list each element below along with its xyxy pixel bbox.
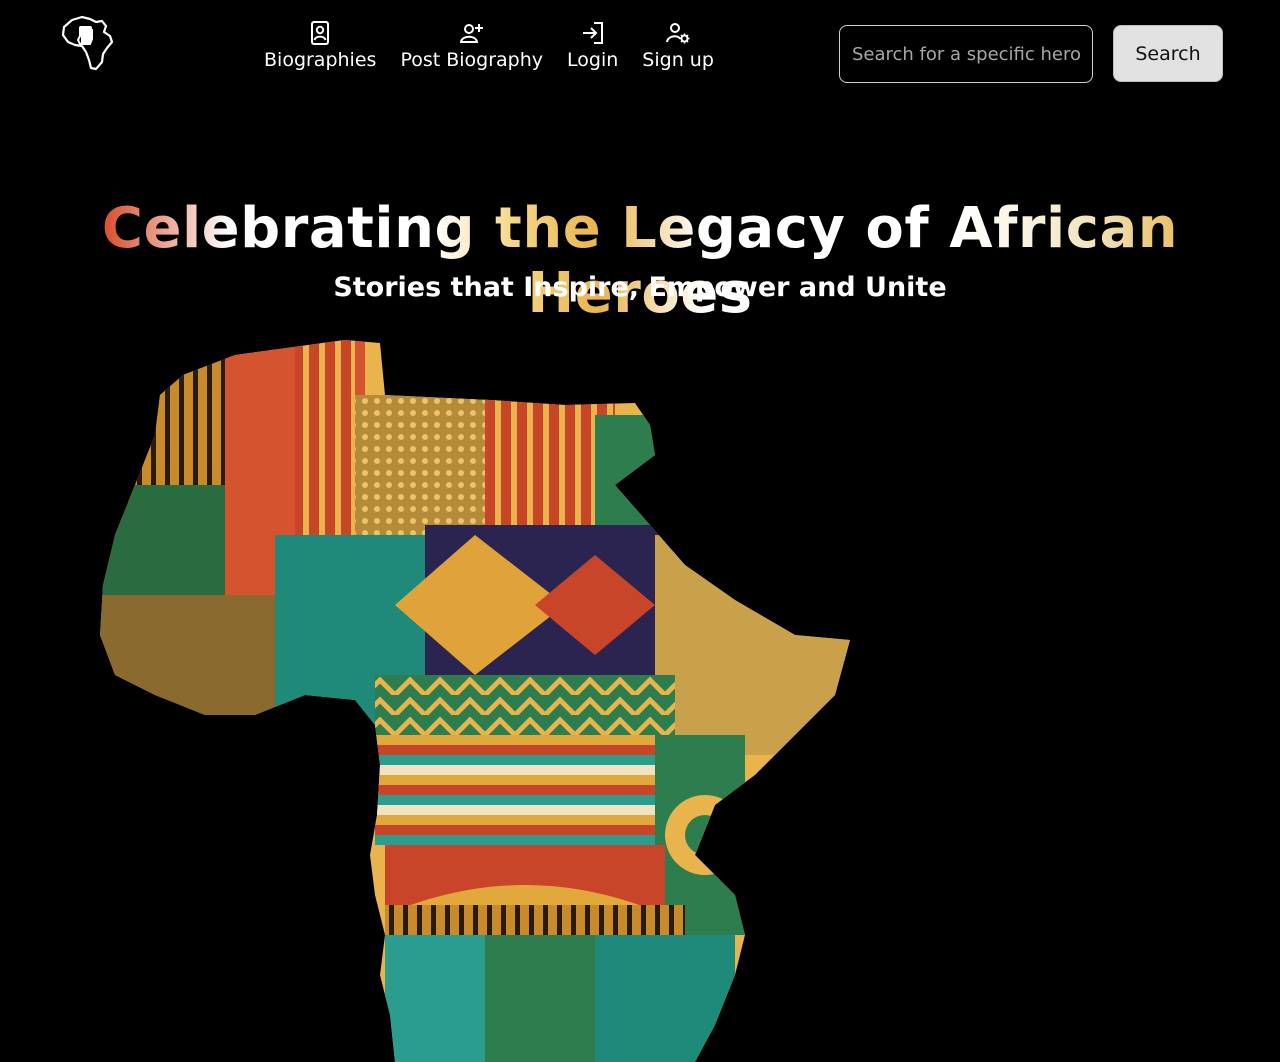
navbar: Biographies Post Biography Login Sign up… (0, 0, 1280, 100)
nav-sign-up-label: Sign up (642, 49, 714, 71)
hero-subtitle: Stories that Inspire, Empower and Unite (333, 272, 947, 303)
africa-fist-icon[interactable] (58, 14, 114, 72)
nav-biographies-label: Biographies (264, 49, 377, 71)
nav-post-biography[interactable]: Post Biography (388, 20, 555, 72)
portrait-icon (311, 21, 330, 45)
patterned-africa-map (100, 340, 850, 1062)
user-gear-icon (666, 23, 690, 44)
nav-login-label: Login (567, 49, 619, 71)
nav-sign-up[interactable]: Sign up (630, 20, 726, 72)
nav-biographies[interactable]: Biographies (252, 20, 388, 72)
nav-links: Biographies Post Biography Login Sign up (252, 20, 726, 72)
user-plus-icon (459, 24, 483, 43)
nav-login[interactable]: Login (555, 20, 630, 72)
search-input[interactable] (839, 25, 1093, 83)
nav-post-biography-label: Post Biography (400, 49, 544, 71)
login-icon (582, 22, 603, 44)
hero-title: Celebrating the Legacy of African Heroes (0, 196, 1280, 326)
search-button[interactable]: Search (1113, 25, 1223, 82)
